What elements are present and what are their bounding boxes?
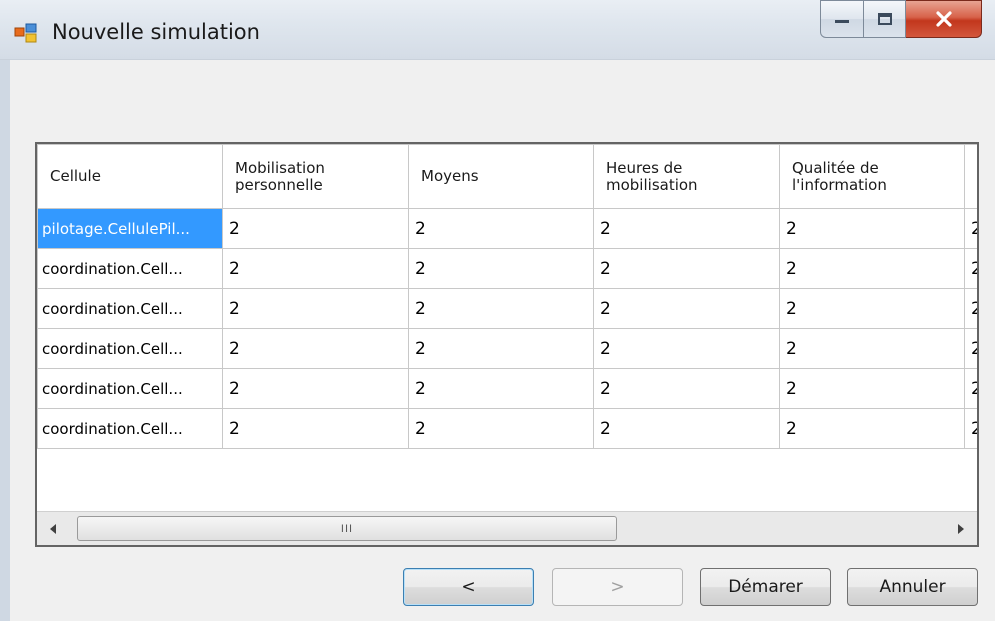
minimize-icon [835,20,849,23]
table-row[interactable]: pilotage.CellulePil... 2 2 2 2 2 [37,208,977,249]
cell-cellule[interactable]: coordination.Cell... [37,368,223,409]
cell-value[interactable]: 2 [964,288,977,329]
table-row[interactable]: coordination.Cell... 2 2 2 2 2 [37,328,977,369]
next-button[interactable]: > [552,568,683,606]
window-title: Nouvelle simulation [52,20,260,44]
cell-value[interactable]: 2 [408,208,594,249]
cell-value[interactable]: 2 [964,328,977,369]
grid-table: Cellule Mobilisation personnelle Moyens … [37,144,977,449]
cell-value[interactable]: 2 [222,208,409,249]
minimize-button[interactable] [820,0,864,38]
column-header[interactable]: Moyens [408,144,594,209]
scroll-left-button[interactable] [37,512,69,545]
data-grid[interactable]: Cellule Mobilisation personnelle Moyens … [35,142,979,547]
cell-value[interactable]: 2 [222,248,409,289]
cell-value[interactable]: 2 [593,248,780,289]
cell-value[interactable]: 2 [222,288,409,329]
cell-value[interactable]: 2 [593,368,780,409]
cell-value[interactable]: 2 [964,408,977,449]
table-row[interactable]: coordination.Cell... 2 2 2 2 2 [37,248,977,289]
cell-value[interactable]: 2 [593,408,780,449]
cell-value[interactable]: 2 [222,408,409,449]
grid-viewport: Cellule Mobilisation personnelle Moyens … [37,144,977,513]
cell-value[interactable]: 2 [779,408,965,449]
app-icon [14,23,37,43]
column-header[interactable]: Mobilisation personnelle [222,144,409,209]
cell-value[interactable]: 2 [779,248,965,289]
cell-cellule[interactable]: coordination.Cell... [37,248,223,289]
cell-value[interactable]: 2 [408,368,594,409]
column-header[interactable] [964,144,977,209]
column-header[interactable]: Cellule [37,144,223,209]
caption-buttons [820,0,982,40]
cell-value[interactable]: 2 [222,368,409,409]
cell-value[interactable]: 2 [408,328,594,369]
horizontal-scrollbar[interactable]: III [37,511,977,545]
cell-value[interactable]: 2 [964,208,977,249]
window: Nouvelle simulation Cellule Mobilisation… [0,0,995,621]
table-row[interactable]: coordination.Cell... 2 2 2 2 2 [37,368,977,409]
cell-value[interactable]: 2 [779,288,965,329]
close-button[interactable] [906,0,982,38]
window-frame [0,60,10,621]
cell-value[interactable]: 2 [964,248,977,289]
cell-cellule[interactable]: coordination.Cell... [37,408,223,449]
maximize-icon [877,13,892,25]
cell-value[interactable]: 2 [964,368,977,409]
header-row: Cellule Mobilisation personnelle Moyens … [37,144,977,209]
cell-cellule[interactable]: coordination.Cell... [37,328,223,369]
column-header[interactable]: Heures de mobilisation [593,144,780,209]
cell-value[interactable]: 2 [408,248,594,289]
column-header[interactable]: Qualitée de l'information [779,144,965,209]
scroll-thumb[interactable]: III [77,516,617,541]
title-bar[interactable]: Nouvelle simulation [0,0,995,60]
previous-button[interactable]: < [403,568,534,606]
arrow-right-icon [958,523,964,534]
scroll-right-button[interactable] [945,512,977,545]
cell-value[interactable]: 2 [408,288,594,329]
start-button[interactable]: Démarer [700,568,831,606]
cell-value[interactable]: 2 [408,408,594,449]
cell-value[interactable]: 2 [779,368,965,409]
cell-value[interactable]: 2 [593,288,780,329]
table-row[interactable]: coordination.Cell... 2 2 2 2 2 [37,408,977,449]
cell-value[interactable]: 2 [779,328,965,369]
arrow-left-icon [50,523,56,534]
maximize-button[interactable] [864,0,906,38]
table-row[interactable]: coordination.Cell... 2 2 2 2 2 [37,288,977,329]
cell-value[interactable]: 2 [593,328,780,369]
cell-value[interactable]: 2 [779,208,965,249]
cancel-button[interactable]: Annuler [847,568,978,606]
cell-value[interactable]: 2 [593,208,780,249]
cell-value[interactable]: 2 [222,328,409,369]
scroll-thumb-grip: III [340,522,354,535]
cell-cellule[interactable]: pilotage.CellulePil... [37,208,223,249]
cell-cellule[interactable]: coordination.Cell... [37,288,223,329]
close-icon [935,11,952,27]
